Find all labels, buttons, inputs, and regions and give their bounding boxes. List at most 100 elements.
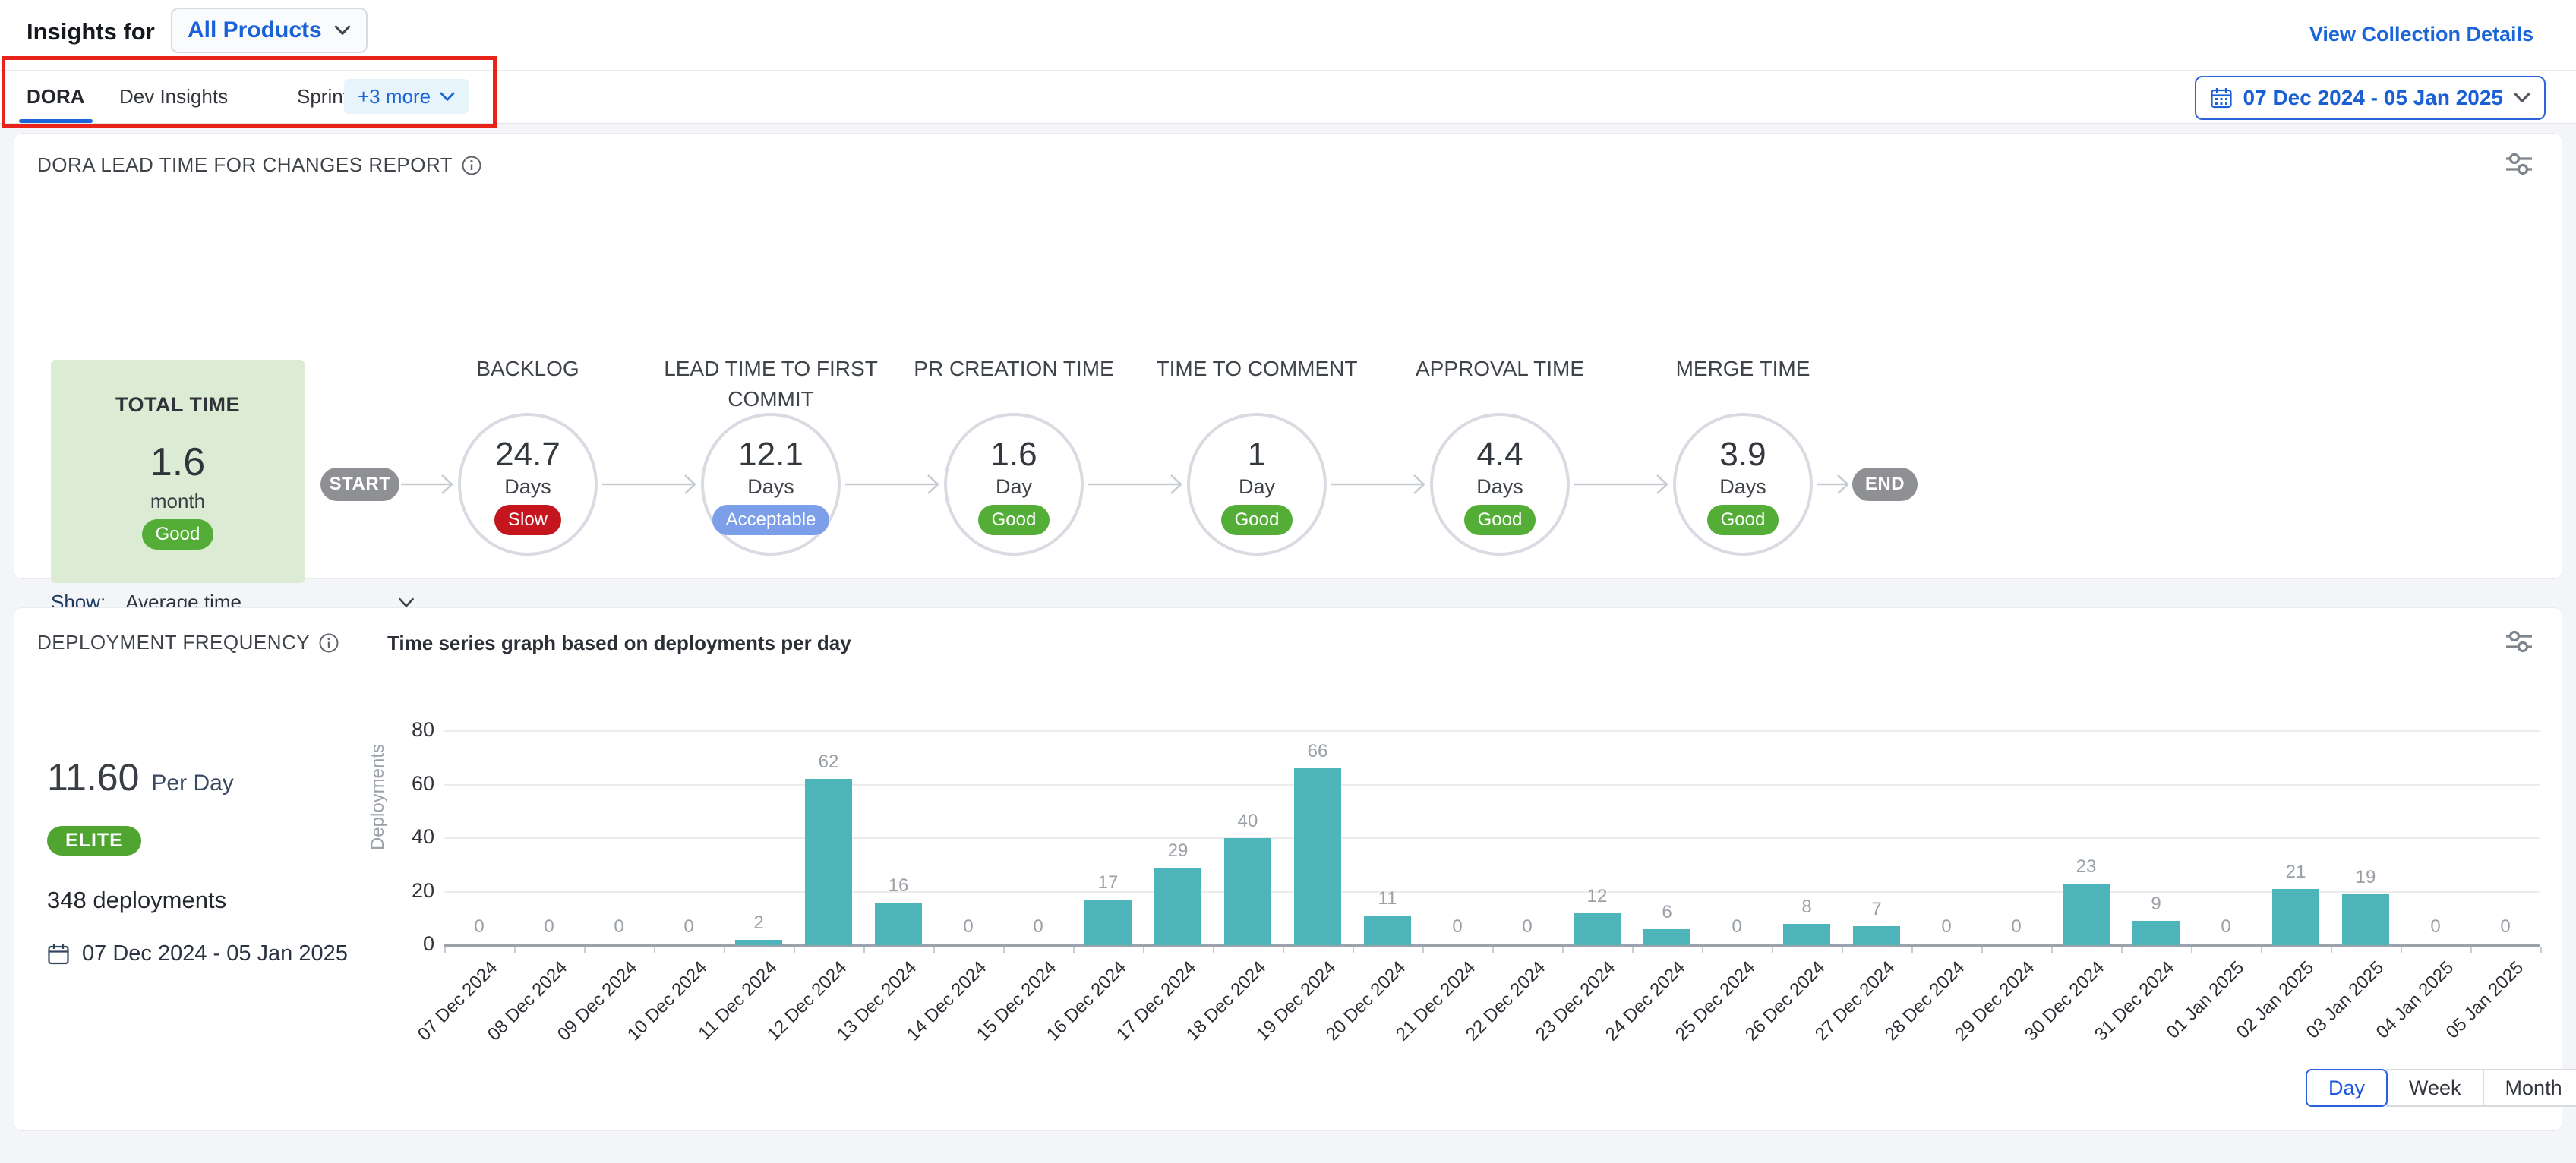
stage-unit: Day (996, 475, 1032, 499)
y-axis-tick: 60 (387, 772, 434, 796)
tab-dora[interactable]: DORA (27, 71, 85, 123)
x-axis-tick (1073, 947, 1075, 953)
granularity-month-button[interactable]: Month (2483, 1069, 2576, 1107)
stage-label: TIME TO COMMENT (1132, 354, 1382, 384)
tab-dev-insights[interactable]: Dev Insights (119, 71, 228, 123)
bar-24-dec-2024 (1643, 929, 1690, 945)
bar-16-dec-2024 (1084, 900, 1132, 945)
bar-value-label: 0 (2401, 916, 2470, 938)
x-axis-tick (1562, 947, 1564, 953)
x-axis-tick (1213, 947, 1214, 953)
bar-value-label: 2 (724, 912, 794, 934)
bar-value-label: 7 (1842, 899, 1911, 920)
bar-13-dec-2024 (875, 903, 922, 945)
bar-value-label: 9 (2121, 894, 2191, 915)
y-axis-title: Deployments (368, 706, 389, 888)
stage-unit: Days (747, 475, 794, 499)
flow-arrow (845, 471, 939, 498)
bar-value-label: 0 (1492, 916, 1562, 938)
flow-arrow (1574, 471, 1668, 498)
x-axis-tick (1422, 947, 1424, 953)
bar-value-label: 17 (1073, 872, 1143, 894)
bar-value-label: 0 (1911, 916, 1981, 938)
flow-arrow (1088, 471, 1182, 498)
y-axis-tick: 80 (387, 718, 434, 742)
bar-value-label: 0 (444, 916, 514, 938)
view-collection-details-link[interactable]: View Collection Details (2309, 23, 2533, 46)
bar-value-label: 8 (1772, 897, 1842, 918)
stage-value: 24.7 (495, 436, 560, 474)
stage-unit: Day (1239, 475, 1275, 499)
bar-20-dec-2024 (1364, 916, 1411, 945)
stage-label: APPROVAL TIME (1375, 354, 1625, 384)
performance-tier-badge: ELITE (47, 826, 141, 856)
stage-node-merge-time: 3.9DaysGood (1673, 413, 1813, 556)
x-axis-tick (1911, 947, 1913, 953)
stage-status-badge: Good (978, 505, 1050, 535)
bar-11-dec-2024 (735, 940, 782, 945)
calendar-icon (2210, 87, 2233, 109)
stage-node-pr-creation-time: 1.6DayGood (944, 413, 1084, 556)
bar-value-label: 16 (863, 875, 933, 897)
stage-unit: Days (1476, 475, 1523, 499)
total-deployments: 348 deployments (47, 887, 226, 914)
stage-value: 1 (1248, 436, 1266, 474)
x-axis-tick (654, 947, 655, 953)
bar-value-label: 21 (2261, 862, 2331, 883)
tab-label: Dev Insights (119, 85, 228, 109)
granularity-week-button[interactable]: Week (2386, 1069, 2484, 1107)
date-range-picker[interactable]: 07 Dec 2024 - 05 Jan 2025 (2195, 76, 2546, 120)
x-axis-tick (444, 947, 446, 953)
product-selector-value: All Products (188, 17, 322, 43)
x-axis-tick (2191, 947, 2192, 953)
x-axis-tick (2470, 947, 2472, 953)
flow-arrow (401, 471, 453, 498)
stage-value: 4.4 (1476, 436, 1523, 474)
deployment-title-text: DEPLOYMENT FREQUENCY (37, 631, 310, 654)
tabs-more-button[interactable]: +3 more (344, 79, 469, 114)
stage-status-badge: Slow (494, 505, 561, 535)
stage-status-badge: Good (1464, 505, 1536, 535)
x-axis-tick (2540, 947, 2542, 953)
gridline (444, 730, 2540, 732)
bar-30-dec-2024 (2063, 884, 2110, 945)
product-selector[interactable]: All Products (171, 8, 368, 53)
info-icon[interactable] (319, 633, 339, 653)
bar-value-label: 0 (1422, 916, 1492, 938)
x-axis-tick (1772, 947, 1773, 953)
total-time-card: TOTAL TIME 1.6 month Good (51, 360, 305, 583)
deployment-card-title: DEPLOYMENT FREQUENCY (37, 631, 339, 654)
total-time-label: TOTAL TIME (115, 393, 240, 417)
granularity-toggle: DayWeekMonth (2306, 1069, 2576, 1107)
bar-19-dec-2024 (1294, 768, 1341, 945)
chart-title: Time series graph based on deployments p… (387, 632, 851, 655)
x-axis-tick (1492, 947, 1494, 953)
total-time-status-badge: Good (142, 519, 214, 550)
chevron-down-icon (334, 25, 351, 36)
granularity-day-button[interactable]: Day (2306, 1069, 2388, 1107)
bar-18-dec-2024 (1224, 838, 1271, 945)
lead-time-title-text: DORA LEAD TIME FOR CHANGES REPORT (37, 153, 453, 177)
bar-value-label: 40 (1213, 811, 1283, 832)
active-tab-underline (19, 119, 93, 123)
bar-value-label: 66 (1283, 741, 1353, 762)
x-axis-tick (1702, 947, 1703, 953)
bar-value-label: 0 (1981, 916, 2051, 938)
flow-start-pill: START (320, 468, 399, 501)
bar-value-label: 0 (2191, 916, 2261, 938)
stage-value: 12.1 (738, 436, 803, 474)
stage-status-badge: Acceptable (712, 505, 830, 535)
stage-value: 3.9 (1719, 436, 1766, 474)
chevron-down-icon (2514, 93, 2530, 103)
bar-value-label: 23 (2051, 856, 2121, 878)
chart-settings-icon[interactable] (2504, 628, 2534, 655)
flow-end-pill: END (1852, 468, 1918, 501)
info-icon[interactable] (462, 156, 481, 175)
chart-settings-icon[interactable] (2504, 150, 2534, 178)
bar-value-label: 0 (1003, 916, 1073, 938)
stage-node-backlog: 24.7DaysSlow (458, 413, 598, 556)
stage-label: PR CREATION TIME (889, 354, 1139, 384)
deployment-rate-value: 11.60 (47, 755, 139, 799)
stage-label: LEAD TIME TO FIRST COMMIT (646, 354, 896, 414)
bar-value-label: 0 (2470, 916, 2540, 938)
